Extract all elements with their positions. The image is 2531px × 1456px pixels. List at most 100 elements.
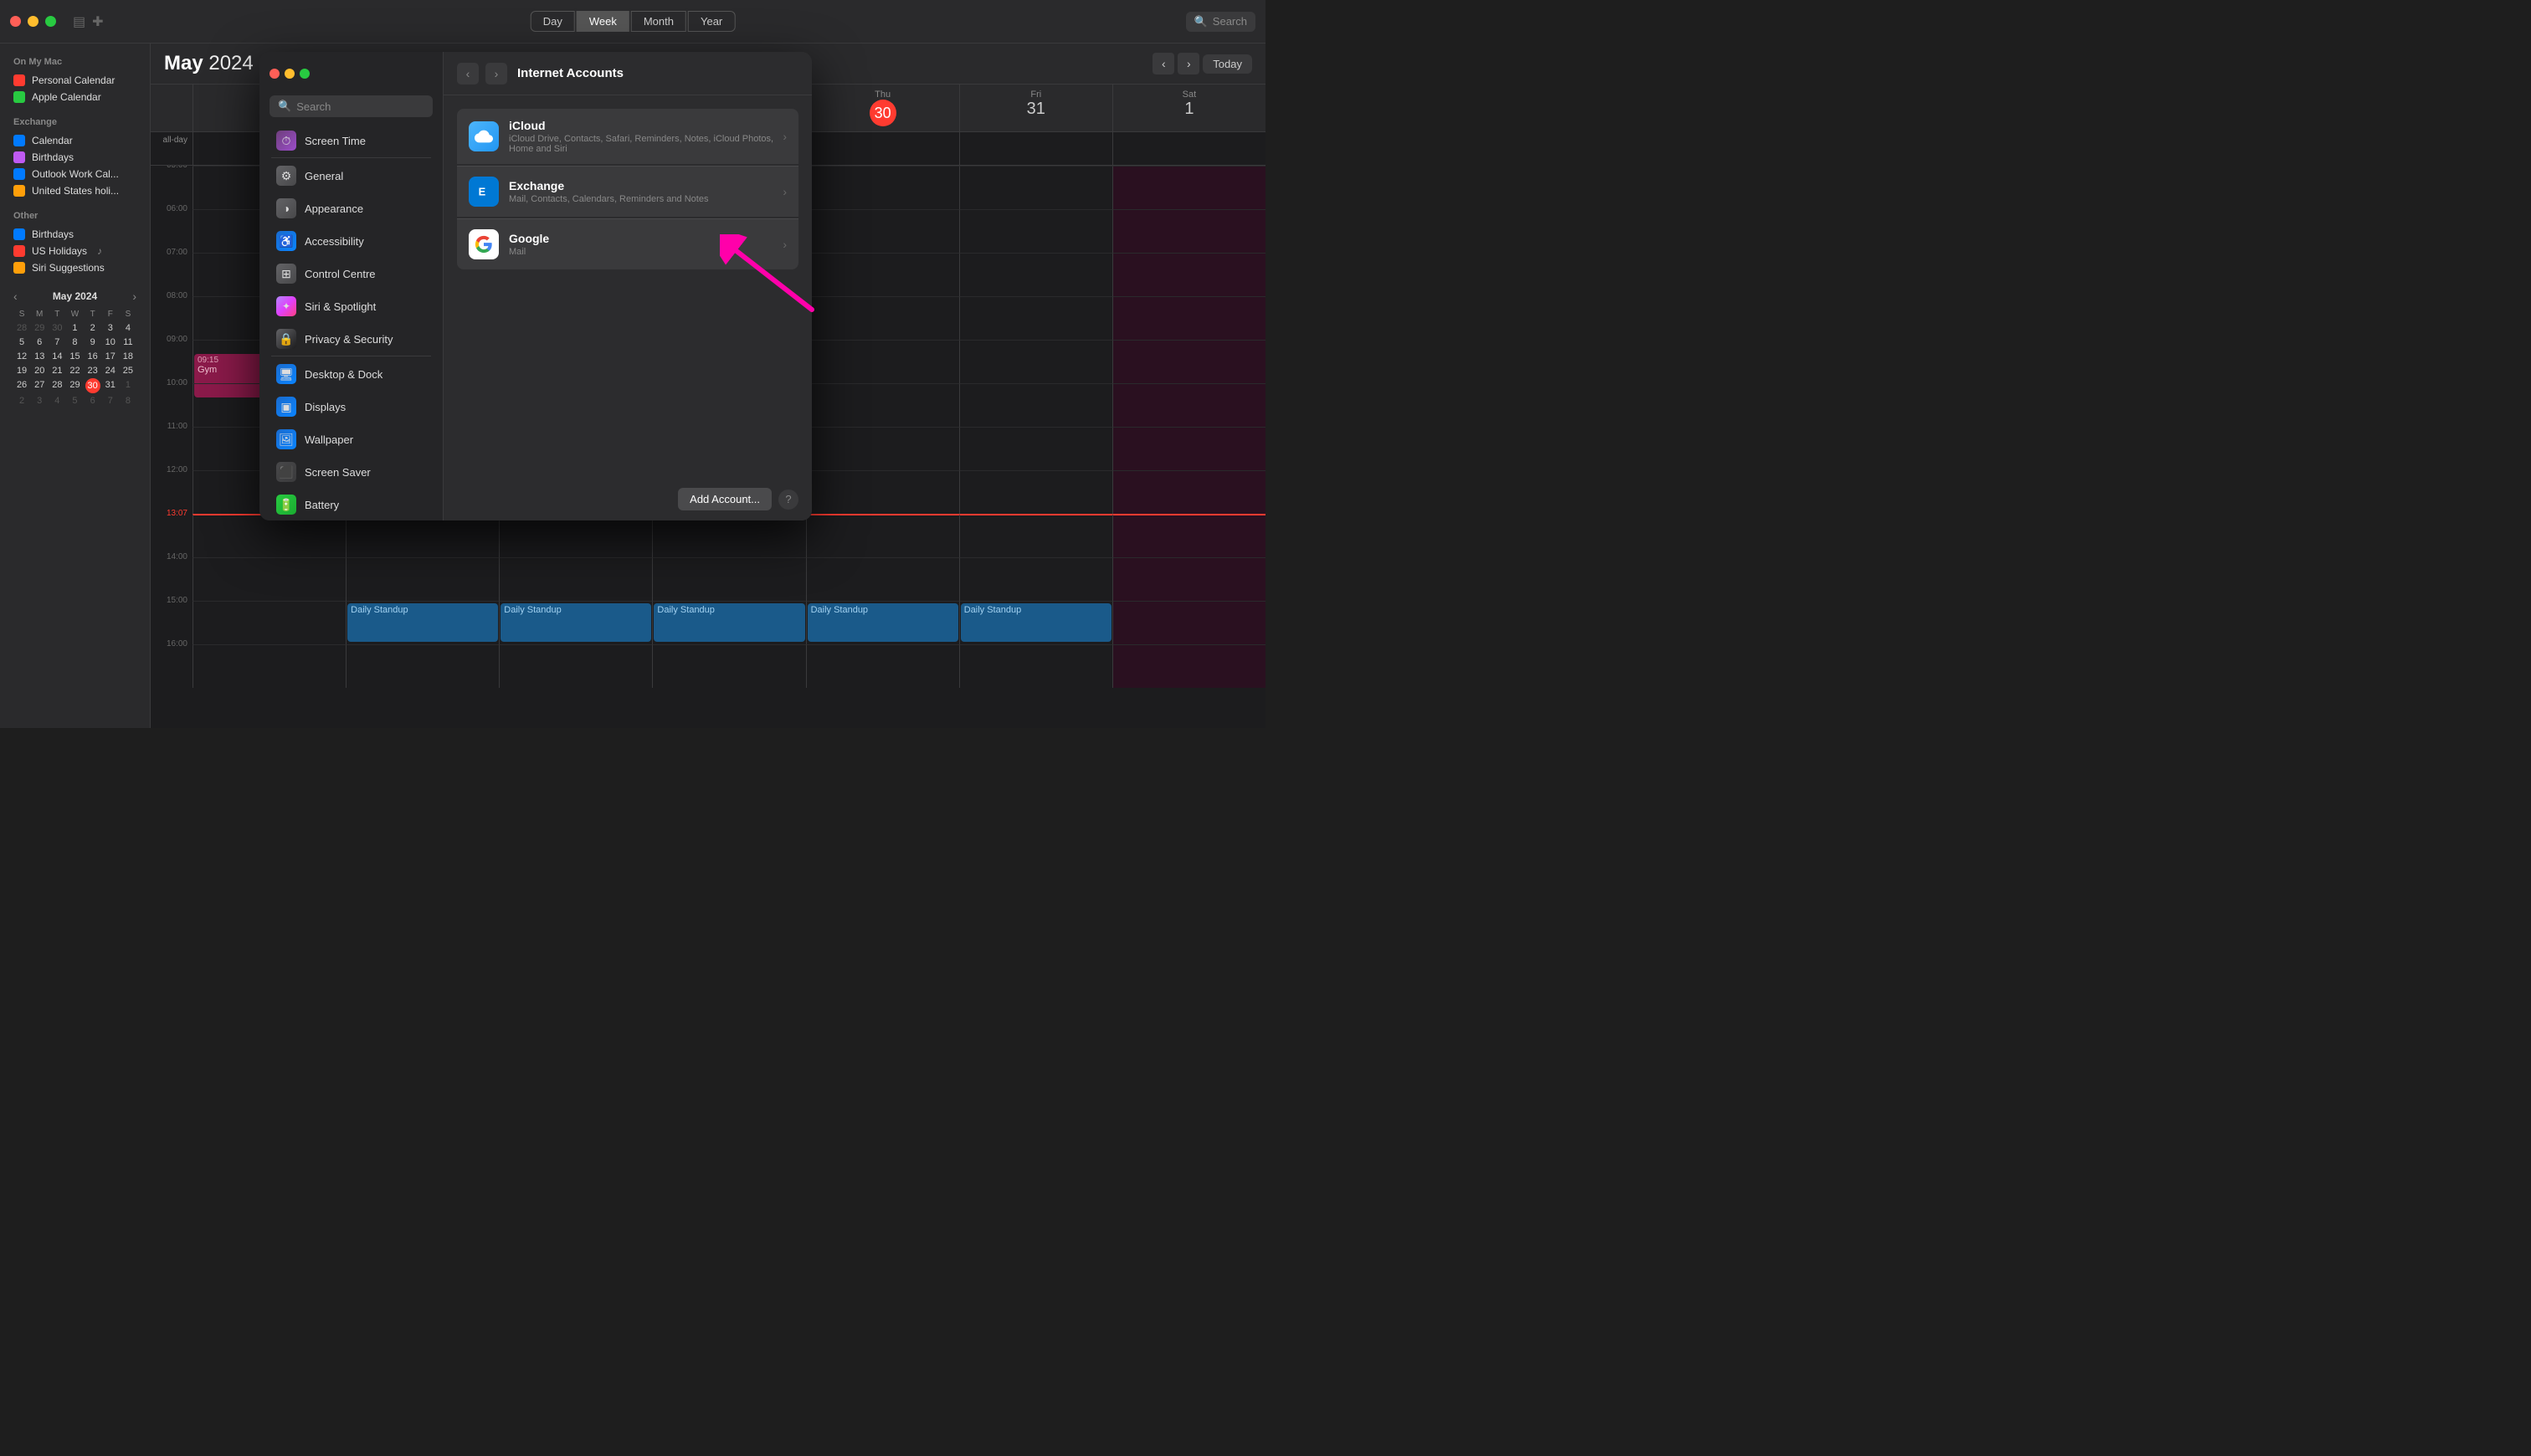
standup-event-fri[interactable]: Daily Standup [961,603,1111,642]
time-cell-tue-1400[interactable] [499,557,652,601]
sysprefs-item-privacy[interactable]: 🔒 Privacy & Security [264,323,438,355]
sidebar-item-personal-calendar[interactable]: Personal Calendar [7,72,143,89]
sidebar-item-us-holidays[interactable]: United States holi... [7,182,143,199]
siri-suggestions-checkbox[interactable] [13,262,25,274]
time-cell-sun-1500[interactable] [193,601,346,644]
mini-cal-day[interactable]: 5 [66,394,83,408]
sidebar-item-other-us-holidays[interactable]: US Holidays ♪ [7,243,143,259]
time-cell-sun-1400[interactable] [193,557,346,601]
time-cell-mon-1400[interactable] [346,557,499,601]
mini-cal-day[interactable]: 8 [66,336,83,349]
standup-event-mon[interactable]: Daily Standup [347,603,498,642]
time-cell-thu-1600[interactable] [806,644,959,688]
mini-cal-day[interactable]: 27 [31,378,48,393]
apple-calendar-checkbox[interactable] [13,91,25,103]
sysprefs-item-siri[interactable]: ✦ Siri & Spotlight [264,290,438,322]
sysprefs-item-desktop[interactable]: 🖥 Desktop & Dock [264,358,438,390]
mini-cal-day[interactable]: 13 [31,350,48,363]
add-account-button[interactable]: Add Account... [678,488,772,510]
standup-event-tue[interactable]: Daily Standup [501,603,651,642]
time-cell-mon-1600[interactable] [346,644,499,688]
sidebar-toggle-icon[interactable]: ▤ [73,13,85,30]
close-button[interactable] [10,16,21,27]
standup-event-wed[interactable]: Daily Standup [654,603,804,642]
sysprefs-item-accessibility[interactable]: ♿ Accessibility [264,225,438,257]
help-button[interactable]: ? [778,490,798,510]
time-cell-thu-0600[interactable] [806,209,959,253]
time-cell-sat-1300[interactable] [1112,514,1266,557]
time-cell-fri-1100[interactable] [959,427,1112,470]
mini-cal-day[interactable]: 1 [120,378,136,393]
time-cell-sat-1400[interactable] [1112,557,1266,601]
mini-cal-day[interactable]: 6 [31,336,48,349]
birthdays-checkbox[interactable] [13,151,25,163]
mini-cal-day[interactable]: 20 [31,364,48,377]
today-button[interactable]: Today [1203,54,1252,74]
maximize-button[interactable] [45,16,56,27]
time-cell-sat-0600[interactable] [1112,209,1266,253]
mini-cal-today[interactable]: 30 [85,378,100,393]
time-cell-thu-0500[interactable] [806,166,959,209]
mini-cal-day[interactable]: 29 [66,378,83,393]
time-cell-fri-1400[interactable] [959,557,1112,601]
time-cell-thu-1100[interactable] [806,427,959,470]
personal-calendar-checkbox[interactable] [13,74,25,86]
mini-cal-day[interactable]: 30 [49,321,65,335]
sysprefs-minimize-button[interactable] [285,69,295,79]
mini-cal-day[interactable]: 29 [31,321,48,335]
time-cell-sat-0800[interactable] [1112,296,1266,340]
mini-cal-day[interactable]: 22 [66,364,83,377]
time-cell-thu-1400[interactable] [806,557,959,601]
time-cell-sat-1100[interactable] [1112,427,1266,470]
sysprefs-maximize-button[interactable] [300,69,310,79]
time-cell-sat-1200[interactable] [1112,470,1266,514]
mini-cal-day[interactable]: 6 [85,394,101,408]
time-cell-wed-1600[interactable] [652,644,805,688]
ia-account-icloud[interactable]: iCloud iCloud Drive, Contacts, Safari, R… [457,109,798,164]
sidebar-item-other-birthdays[interactable]: Birthdays [7,226,143,243]
sysprefs-item-displays[interactable]: ▣ Displays [264,391,438,423]
time-cell-thu-0900[interactable] [806,340,959,383]
mini-cal-day[interactable]: 3 [31,394,48,408]
mini-cal-day[interactable]: 25 [120,364,136,377]
other-us-holidays-checkbox[interactable] [13,245,25,257]
mini-cal-day[interactable]: 5 [13,336,30,349]
time-cell-thu-0700[interactable] [806,253,959,296]
ia-forward-button[interactable]: › [485,63,507,85]
time-cell-tue-1500[interactable]: Daily Standup [499,601,652,644]
mini-cal-day[interactable]: 2 [13,394,30,408]
time-cell-wed-1400[interactable] [652,557,805,601]
time-cell-thu-1500[interactable]: Daily Standup [806,601,959,644]
ia-back-button[interactable]: ‹ [457,63,479,85]
sysprefs-search[interactable]: 🔍 [270,95,433,117]
mini-cal-day[interactable]: 18 [120,350,136,363]
mini-cal-day[interactable]: 7 [102,394,119,408]
week-view-button[interactable]: Week [577,11,629,32]
time-cell-thu-1200[interactable] [806,470,959,514]
month-view-button[interactable]: Month [631,11,686,32]
mini-cal-day[interactable]: 15 [66,350,83,363]
standup-event-thu[interactable]: Daily Standup [808,603,958,642]
time-cell-sat-1500[interactable] [1112,601,1266,644]
mini-cal-day[interactable]: 17 [102,350,119,363]
time-cell-sat-0500[interactable] [1112,166,1266,209]
time-cell-sat-0900[interactable] [1112,340,1266,383]
time-cell-sat-1000[interactable] [1112,383,1266,427]
time-cell-thu-0800[interactable] [806,296,959,340]
mini-cal-day[interactable]: 28 [49,378,65,393]
mini-cal-day[interactable]: 12 [13,350,30,363]
time-cell-thu-1300[interactable] [806,514,959,557]
time-cell-fri-0800[interactable] [959,296,1112,340]
mini-cal-day[interactable]: 24 [102,364,119,377]
sidebar-item-apple-calendar[interactable]: Apple Calendar [7,89,143,105]
mini-cal-next-button[interactable]: › [132,290,136,303]
sidebar-item-siri-suggestions[interactable]: Siri Suggestions [7,259,143,276]
time-cell-thu-1000[interactable] [806,383,959,427]
sysprefs-item-wallpaper[interactable]: 🖼 Wallpaper [264,423,438,455]
time-cell-fri-0600[interactable] [959,209,1112,253]
ia-account-google[interactable]: Google Mail › [457,218,798,269]
sidebar-item-birthdays[interactable]: Birthdays [7,149,143,166]
mini-cal-day[interactable]: 23 [85,364,101,377]
time-cell-fri-1000[interactable] [959,383,1112,427]
sysprefs-search-input[interactable] [296,100,424,113]
